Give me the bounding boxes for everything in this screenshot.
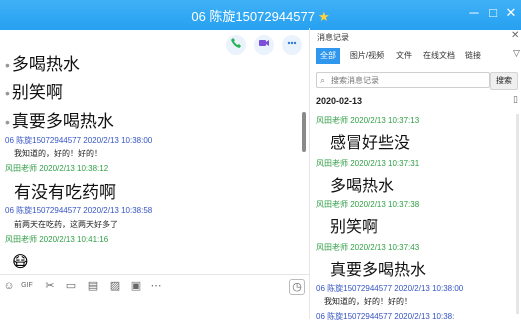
- gif-icon[interactable]: GIF: [20, 279, 34, 293]
- video-icon[interactable]: [254, 35, 274, 55]
- history-scrollbar[interactable]: [516, 114, 519, 314]
- more-icon[interactable]: [282, 35, 302, 55]
- scissors-icon[interactable]: ✂: [43, 279, 57, 293]
- tab-online-docs[interactable]: 在线文档: [419, 48, 459, 64]
- message-text: • 真要多喝热水: [5, 112, 114, 131]
- message-text: 前两天在吃药，这两天好多了: [14, 220, 118, 229]
- close-icon[interactable]: ✕: [511, 30, 519, 41]
- tab-all[interactable]: 全部: [316, 48, 340, 64]
- message-text: 多喝热水: [330, 178, 395, 195]
- folder-icon[interactable]: ▭: [64, 279, 78, 293]
- mask-emoji-icon: 😷: [12, 254, 29, 271]
- message-text: • 别笑啊: [5, 83, 63, 102]
- title-bar: 06 陈旋15072944577 ★ ─ □ ✕: [0, 0, 521, 30]
- history-tabs: 全部 图片/视频 文件 在线文档 链接: [310, 48, 521, 64]
- search-icon: ⌕: [320, 75, 326, 85]
- message-text: 我知道的，好的！好的！: [14, 149, 102, 158]
- more-icon[interactable]: ⋯: [149, 279, 163, 293]
- emoji-icon[interactable]: ☺: [2, 279, 16, 293]
- message-header: 06 陈旋15072944577 2020/2/13 10:38:00: [5, 136, 153, 145]
- phone-icon[interactable]: [226, 35, 246, 55]
- chat-area: • 多喝热水 • 别笑啊 • 真要多喝热水 06 陈旋15072944577 2020…: [0, 30, 309, 274]
- message-header: 06 陈旋15072944577 2020/2/13 10:38:: [316, 312, 455, 321]
- message-header: 06 陈旋15072944577 2020/2/13 10:38:00: [316, 284, 464, 293]
- message-header: 06 陈旋15072944577 2020/2/13 10:38:58: [5, 206, 153, 215]
- message-text: 别笑啊: [330, 219, 379, 236]
- history-panel: 消息记录 ✕ 全部 图片/视频 文件 在线文档 链接 ▽ ⌕ 搜索 2020-0…: [310, 30, 521, 321]
- search-box: ⌕: [316, 72, 490, 88]
- message-text: 感冒好些没: [330, 135, 411, 152]
- image-icon[interactable]: ▨: [108, 279, 122, 293]
- tab-media[interactable]: 图片/视频: [343, 48, 391, 64]
- close-button[interactable]: ✕: [502, 4, 520, 22]
- date-label: 2020-02-13: [316, 96, 363, 106]
- message-header: 风田老师 2020/2/13 10:37:13: [316, 116, 420, 125]
- history-icon[interactable]: ◷: [289, 279, 305, 295]
- star-icon[interactable]: ★: [318, 9, 330, 24]
- input-toolbar: ☺ GIF ✂ ▭ ▤ ▨ ▣ ⋯ ◷: [0, 274, 309, 299]
- calendar-icon[interactable]: ▯: [513, 94, 518, 105]
- message-header: 风田老师 2020/2/13 10:37:43: [316, 243, 420, 252]
- message-header: 风田老师 2020/2/13 10:41:16: [5, 235, 109, 244]
- message-text: • 多喝热水: [5, 55, 80, 74]
- screenshot-icon[interactable]: ▣: [129, 279, 143, 293]
- message-header: 风田老师 2020/2/13 10:38:12: [5, 164, 109, 173]
- chat-scrollbar[interactable]: [302, 112, 306, 152]
- doc-icon[interactable]: ▤: [86, 279, 100, 293]
- tab-links[interactable]: 链接: [461, 48, 485, 64]
- history-title: 消息记录: [317, 33, 349, 42]
- search-button[interactable]: 搜索: [490, 72, 518, 90]
- search-input[interactable]: [331, 73, 485, 87]
- contact-name: 06 陈旋15072944577: [191, 9, 315, 24]
- filter-icon[interactable]: ▽: [513, 48, 520, 59]
- message-header: 风田老师 2020/2/13 10:37:38: [316, 200, 420, 209]
- message-header: 风田老师 2020/2/13 10:37:31: [316, 159, 420, 168]
- maximize-button[interactable]: □: [484, 4, 502, 22]
- message-text: 真要多喝热水: [330, 262, 427, 279]
- message-text: 我知道的，好的！好的！: [324, 297, 412, 306]
- tab-files[interactable]: 文件: [392, 48, 416, 64]
- window-title: 06 陈旋15072944577 ★: [0, 6, 521, 25]
- minimize-button[interactable]: ─: [465, 4, 483, 22]
- message-text: 有没有吃药啊: [14, 183, 116, 202]
